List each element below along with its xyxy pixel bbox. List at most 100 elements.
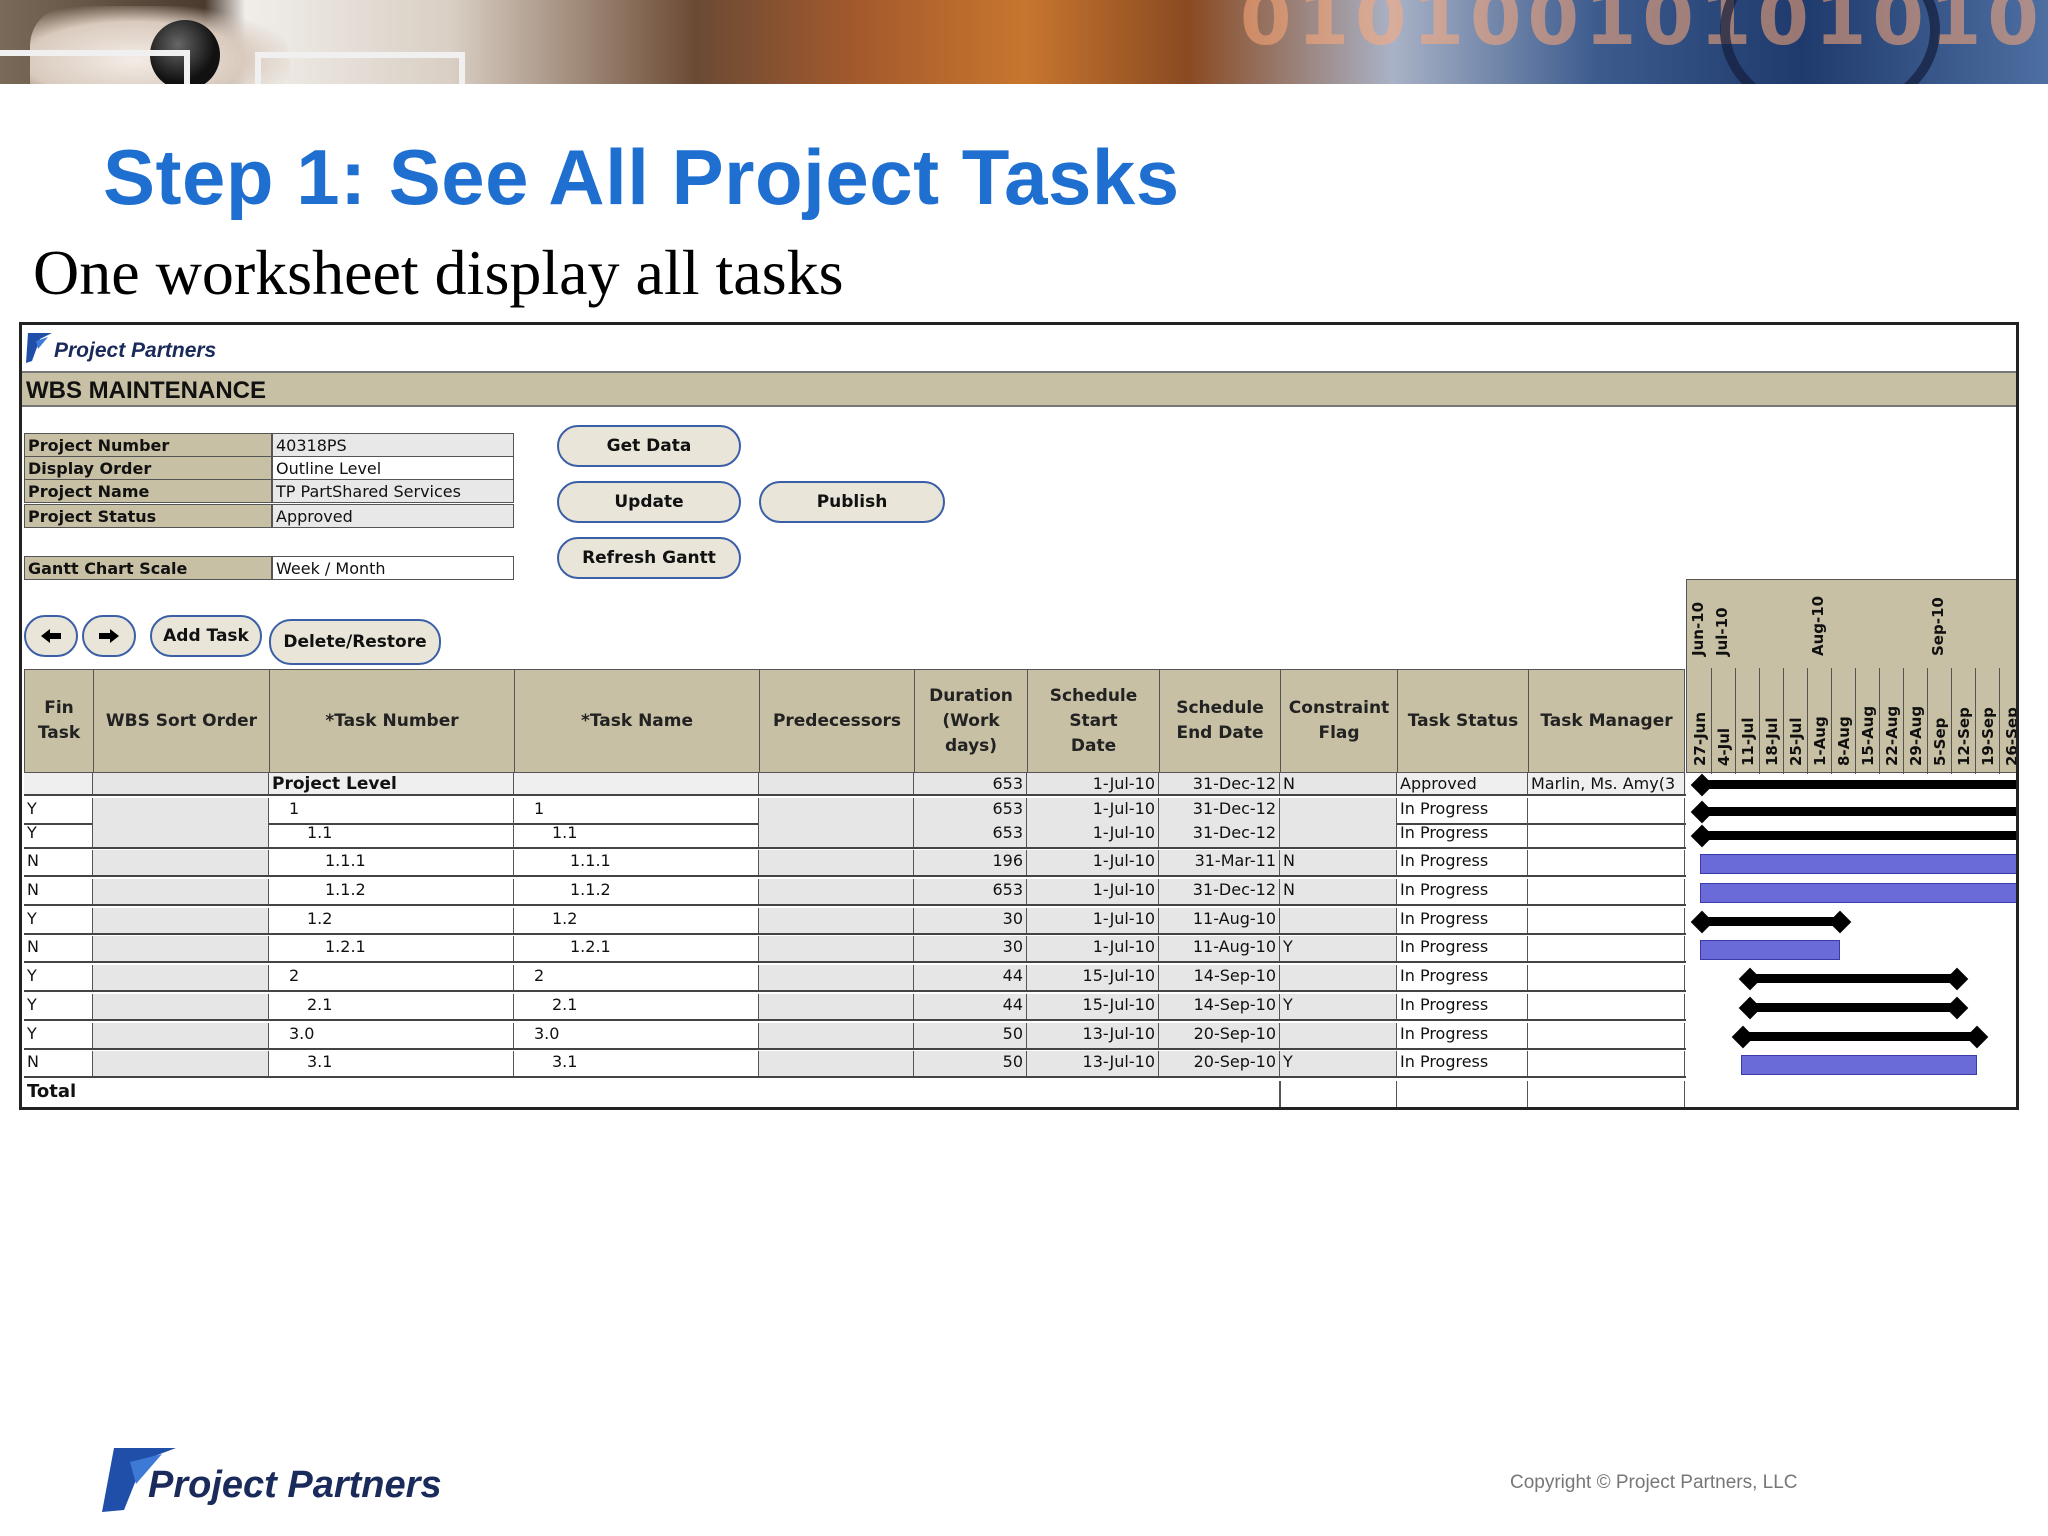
display-order-field[interactable]: Outline Level	[272, 456, 514, 480]
cell-duration[interactable]: 653	[914, 773, 1027, 794]
task-row[interactable]: N 1.1.2 1.1.2 653 1-Jul-10 31-Dec-12 N In Progr…	[24, 879, 1686, 906]
cell-fin-task[interactable]	[24, 773, 93, 794]
cell-task-name[interactable]: 3.1	[514, 1051, 759, 1076]
gantt-task-bar[interactable]	[1699, 853, 2016, 874]
cell-fin-task[interactable]: Y	[24, 822, 93, 847]
gantt-summary-bar[interactable]	[1699, 780, 2016, 789]
cell-start-date[interactable]: 1-Jul-10	[1027, 798, 1159, 823]
cell-start-date[interactable]: 1-Jul-10	[1027, 773, 1159, 794]
cell-start-date[interactable]: 13-Jul-10	[1027, 1051, 1159, 1076]
cell-task-name[interactable]: 1.1	[514, 822, 759, 847]
task-row[interactable]: N 1.1.1 1.1.1 196 1-Jul-10 31-Mar-11 N In Progr…	[24, 850, 1686, 877]
cell-task-manager[interactable]	[1528, 908, 1685, 933]
refresh-gantt-button[interactable]: Refresh Gantt	[557, 537, 741, 579]
cell-predecessors[interactable]	[759, 908, 914, 933]
cell-task-number[interactable]: 1.1.2	[269, 879, 514, 904]
cell-duration[interactable]: 44	[914, 994, 1027, 1019]
cell-wbs-sort-order[interactable]	[93, 879, 269, 904]
cell-constraint-flag[interactable]: N	[1280, 773, 1397, 794]
column-header-start-date[interactable]: Schedule Start Date	[1027, 669, 1160, 773]
cell-task-number[interactable]: 3.0	[269, 1023, 514, 1048]
cell-start-date[interactable]: 1-Jul-10	[1027, 850, 1159, 875]
cell-constraint-flag[interactable]: N	[1280, 879, 1397, 904]
column-header-duration[interactable]: Duration (Work days)	[914, 669, 1028, 773]
cell-duration[interactable]: 44	[914, 965, 1027, 990]
cell-predecessors[interactable]	[759, 773, 914, 794]
column-header-wbs-sort-order[interactable]: WBS Sort Order	[93, 669, 270, 773]
cell-task-name[interactable]: 1.1.1	[514, 850, 759, 875]
cell-start-date[interactable]: 1-Jul-10	[1027, 936, 1159, 961]
cell-task-status[interactable]: In Progress	[1397, 1051, 1528, 1076]
cell-task-number[interactable]: 1	[269, 798, 514, 823]
cell-task-number[interactable]: Project Level	[269, 773, 514, 794]
cell-task-manager[interactable]	[1528, 1023, 1685, 1048]
cell-start-date[interactable]: 1-Jul-10	[1027, 822, 1159, 847]
cell-task-number[interactable]: 1.1.1	[269, 850, 514, 875]
gantt-task-bar[interactable]	[1699, 882, 2016, 903]
cell-constraint-flag[interactable]: N	[1280, 850, 1397, 875]
cell-duration[interactable]: 653	[914, 822, 1027, 847]
delete-restore-button[interactable]: Delete/Restore	[269, 619, 441, 665]
gantt-scale-field[interactable]: Week / Month	[272, 556, 514, 580]
cell-wbs-sort-order[interactable]	[93, 1023, 269, 1048]
cell-task-manager[interactable]	[1528, 994, 1685, 1019]
cell-predecessors[interactable]	[759, 936, 914, 961]
cell-constraint-flag[interactable]: Y	[1280, 936, 1397, 961]
gantt-task-bar[interactable]	[1699, 939, 1841, 960]
cell-end-date[interactable]: 14-Sep-10	[1159, 965, 1280, 990]
cell-wbs-sort-order[interactable]	[93, 850, 269, 875]
cell-predecessors[interactable]	[759, 798, 914, 823]
cell-task-manager[interactable]: Marlin, Ms. Amy(3	[1528, 773, 1685, 794]
cell-task-name[interactable]: 2.1	[514, 994, 759, 1019]
cell-fin-task[interactable]: Y	[24, 994, 93, 1019]
cell-duration[interactable]: 50	[914, 1023, 1027, 1048]
gantt-summary-bar[interactable]	[1747, 1003, 1957, 1012]
cell-task-name[interactable]: 1.2	[514, 908, 759, 933]
task-row[interactable]: Y 1.2 1.2 30 1-Jul-10 11-Aug-10 In Progress	[24, 908, 1686, 935]
cell-task-name[interactable]: 2	[514, 965, 759, 990]
cell-task-status[interactable]: In Progress	[1397, 1023, 1528, 1048]
cell-constraint-flag[interactable]	[1280, 1023, 1397, 1048]
cell-task-manager[interactable]	[1528, 879, 1685, 904]
cell-fin-task[interactable]: N	[24, 850, 93, 875]
column-header-task-status[interactable]: Task Status	[1397, 669, 1529, 773]
cell-wbs-sort-order[interactable]	[93, 908, 269, 933]
gantt-summary-bar[interactable]	[1747, 974, 1957, 983]
cell-predecessors[interactable]	[759, 822, 914, 847]
cell-task-number[interactable]: 1.2.1	[269, 936, 514, 961]
cell-end-date[interactable]: 31-Dec-12	[1159, 798, 1280, 823]
task-row[interactable]: N 3.1 3.1 50 13-Jul-10 20-Sep-10 Y In Progress	[24, 1051, 1686, 1078]
cell-duration[interactable]: 30	[914, 936, 1027, 961]
column-header-end-date[interactable]: Schedule End Date	[1159, 669, 1281, 773]
cell-task-manager[interactable]	[1528, 850, 1685, 875]
cell-wbs-sort-order[interactable]	[93, 936, 269, 961]
cell-wbs-sort-order[interactable]	[93, 798, 269, 823]
project-name-field[interactable]: TP PartShared Services	[272, 479, 514, 503]
project-level-row[interactable]: Project Level 653 1-Jul-10 31-Dec-12 N Approv…	[24, 773, 1686, 796]
cell-end-date[interactable]: 20-Sep-10	[1159, 1051, 1280, 1076]
task-row[interactable]: Y 1 1 653 1-Jul-10 31-Dec-12 In Progress	[24, 798, 1686, 825]
cell-predecessors[interactable]	[759, 1023, 914, 1048]
cell-end-date[interactable]: 31-Mar-11	[1159, 850, 1280, 875]
cell-predecessors[interactable]	[759, 1051, 914, 1076]
column-header-fin-task[interactable]: Fin Task	[24, 669, 94, 773]
gantt-task-bar[interactable]	[1740, 1054, 1978, 1075]
cell-task-manager[interactable]	[1528, 822, 1685, 847]
task-row[interactable]: Y 2 2 44 15-Jul-10 14-Sep-10 In Progress	[24, 965, 1686, 992]
column-header-task-name[interactable]: *Task Name	[514, 669, 760, 773]
cell-start-date[interactable]: 15-Jul-10	[1027, 965, 1159, 990]
column-header-task-number[interactable]: *Task Number	[269, 669, 515, 773]
cell-task-status[interactable]: In Progress	[1397, 994, 1528, 1019]
cell-constraint-flag[interactable]	[1280, 798, 1397, 823]
get-data-button[interactable]: Get Data	[557, 425, 741, 467]
cell-fin-task[interactable]: N	[24, 936, 93, 961]
cell-constraint-flag[interactable]	[1280, 965, 1397, 990]
cell-start-date[interactable]: 15-Jul-10	[1027, 994, 1159, 1019]
cell-task-status[interactable]: Approved	[1397, 773, 1528, 794]
cell-fin-task[interactable]: Y	[24, 798, 93, 823]
update-button[interactable]: Update	[557, 481, 741, 523]
gantt-summary-bar[interactable]	[1699, 917, 1841, 926]
add-task-button[interactable]: Add Task	[150, 615, 262, 657]
cell-task-status[interactable]: In Progress	[1397, 936, 1528, 961]
cell-wbs-sort-order[interactable]	[93, 965, 269, 990]
